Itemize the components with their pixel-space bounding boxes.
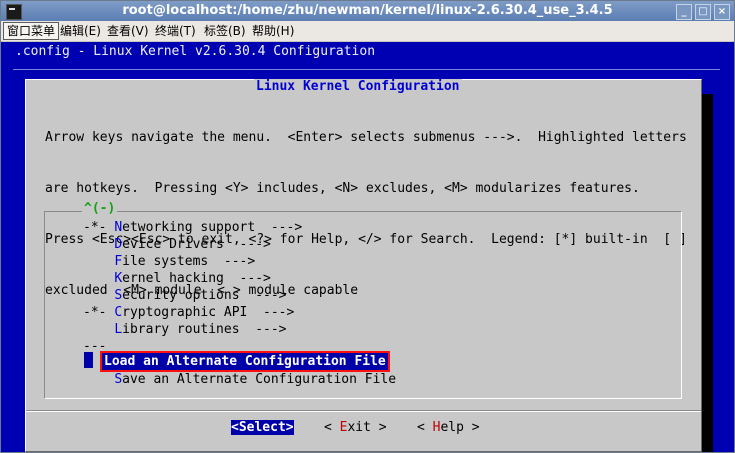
terminal-area[interactable]: .config - Linux Kernel v2.6.30.4 Configu…	[1, 42, 734, 452]
menu-item-library-routines[interactable]: Library routines --->	[83, 321, 287, 338]
menu-item-label: ryptographic API --->	[122, 305, 295, 320]
help-button[interactable]: < Help >	[417, 420, 480, 435]
menu-item-prefix	[83, 322, 114, 337]
menu-item-file-systems[interactable]: File systems --->	[83, 253, 255, 270]
close-icon[interactable]: ×	[714, 4, 730, 20]
menu-item-prefix	[83, 372, 114, 387]
menu-item-security-options[interactable]: Security options --->	[83, 287, 287, 304]
menu-item-label: ile systems --->	[122, 254, 256, 269]
menu-item-hotkey: L	[104, 354, 112, 369]
exit-button-rest: xit >	[347, 420, 387, 435]
menu-item-hotkey: N	[114, 220, 123, 235]
menu-window[interactable]: 窗口菜单	[3, 22, 60, 40]
dialog-title: Linux Kernel Configuration	[254, 79, 462, 94]
select-button[interactable]: <Select>	[231, 420, 294, 435]
menu-item-cryptographic-api[interactable]: -*- Cryptographic API --->	[83, 304, 294, 321]
menu-bar: 窗口菜单 编辑(E) 查看(V) 终端(T) 标签(B) 帮助(H)	[1, 21, 734, 42]
maximize-icon[interactable]: □	[695, 4, 711, 20]
menu-item-prefix	[83, 237, 114, 252]
config-dialog: Linux Kernel Configuration Arrow keys na…	[25, 79, 702, 452]
menu-item-hotkey: S	[114, 288, 123, 303]
menu-item-label: evice Drivers --->	[122, 237, 271, 252]
exit-button-open: <	[324, 420, 340, 435]
help-line: are hotkeys. Pressing <Y> includes, <N> …	[45, 181, 640, 196]
menu-view[interactable]: 查看(V)	[104, 23, 152, 39]
menu-item-prefix	[83, 271, 114, 286]
menu-item-label: etworking support --->	[122, 220, 303, 235]
menu-terminal[interactable]: 终端(T)	[152, 23, 199, 39]
terminal-window: root@localhost:/home/zhu/newman/kernel/l…	[0, 0, 735, 453]
menu-item-hotkey: S	[114, 372, 123, 387]
menu-item-label: ave an Alternate Configuration File	[122, 372, 397, 387]
menu-item-save-config[interactable]: Save an Alternate Configuration File	[83, 371, 396, 388]
menu-item-networking[interactable]: -*- Networking support --->	[83, 219, 302, 236]
dialog-shadow-right	[701, 94, 713, 452]
menu-item-label: ibrary routines --->	[122, 322, 287, 337]
window-title: root@localhost:/home/zhu/newman/kernel/l…	[122, 3, 613, 18]
config-header: .config - Linux Kernel v2.6.30.4 Configu…	[15, 44, 376, 59]
menu-item-hotkey: C	[114, 305, 123, 320]
menu-edit[interactable]: 编辑(E)	[57, 23, 104, 39]
menu-item-prefix	[83, 254, 114, 269]
menu-item-prefix	[83, 288, 114, 303]
menu-help[interactable]: 帮助(H)	[249, 23, 297, 39]
exit-button[interactable]: < Exit >	[324, 420, 387, 435]
menu-item-label: oad an Alternate Configuration File	[111, 354, 386, 369]
help-button-open: <	[417, 420, 433, 435]
button-separator-highlight	[26, 411, 701, 412]
minimize-icon[interactable]: _	[676, 4, 692, 20]
menu-item-hotkey: K	[114, 271, 123, 286]
menu-item-hotkey: D	[114, 237, 123, 252]
cursor-marker	[84, 352, 93, 368]
scroll-up-indicator: ^(-)	[82, 201, 118, 216]
menu-item-kernel-hacking[interactable]: Kernel hacking --->	[83, 270, 271, 287]
menu-item-prefix: -*-	[83, 220, 115, 235]
menu-tabs[interactable]: 标签(B)	[201, 23, 249, 39]
help-button-rest: elp >	[440, 420, 480, 435]
menu-item-label: ecurity options --->	[122, 288, 287, 303]
header-rule	[13, 69, 720, 70]
menu-item-hotkey: F	[114, 254, 123, 269]
window-controls: _ □ ×	[676, 4, 730, 20]
menu-item-prefix: -*-	[83, 305, 115, 320]
menu-item-hotkey: L	[114, 322, 123, 337]
title-bar[interactable]: root@localhost:/home/zhu/newman/kernel/l…	[1, 1, 734, 21]
menu-item-label: ernel hacking --->	[122, 271, 271, 286]
menu-item-device-drivers[interactable]: Device Drivers --->	[83, 236, 271, 253]
menu-item-load-config[interactable]: Load an Alternate Configuration File	[100, 351, 390, 372]
help-line: Arrow keys navigate the menu. <Enter> se…	[45, 130, 687, 145]
